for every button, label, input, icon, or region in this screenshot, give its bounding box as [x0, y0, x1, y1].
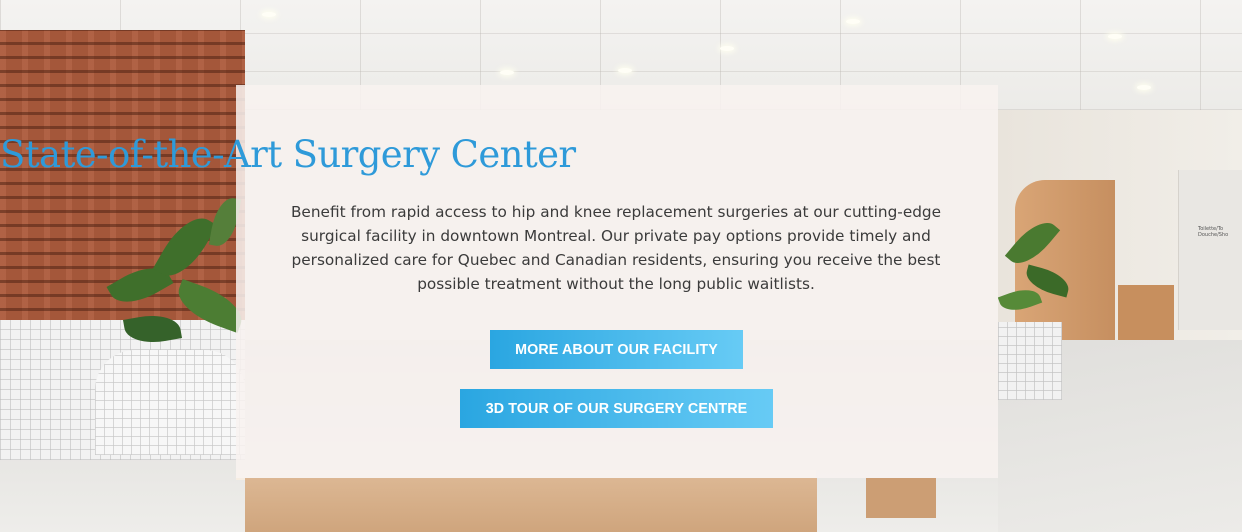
- more-about-facility-button[interactable]: MORE ABOUT OUR FACILITY: [490, 330, 743, 369]
- planter-left: [95, 350, 245, 455]
- hero-description: Benefit from rapid access to hip and kne…: [290, 203, 942, 293]
- 3d-tour-button[interactable]: 3D TOUR OF OUR SURGERY CENTRE: [460, 389, 773, 428]
- ceiling-light: [720, 46, 734, 51]
- sign-line: Douche/Sho: [1198, 232, 1229, 238]
- ceiling-light: [500, 70, 514, 75]
- ceiling-light: [618, 68, 632, 73]
- wood-panel: [1118, 285, 1174, 340]
- ceiling-light: [846, 19, 860, 24]
- reception-desk-side: [866, 478, 936, 518]
- wall-sign-text: Toilette/To Douche/Sho: [1198, 226, 1228, 238]
- ceiling-light: [262, 12, 276, 17]
- planter-right: [998, 322, 1062, 400]
- reception-desk-front: [245, 478, 817, 532]
- ceiling-light: [1137, 85, 1151, 90]
- wall-sign: [1178, 170, 1242, 330]
- ceiling-light: [1108, 34, 1122, 39]
- hero-title: State-of-the-Art Surgery Center: [0, 133, 576, 176]
